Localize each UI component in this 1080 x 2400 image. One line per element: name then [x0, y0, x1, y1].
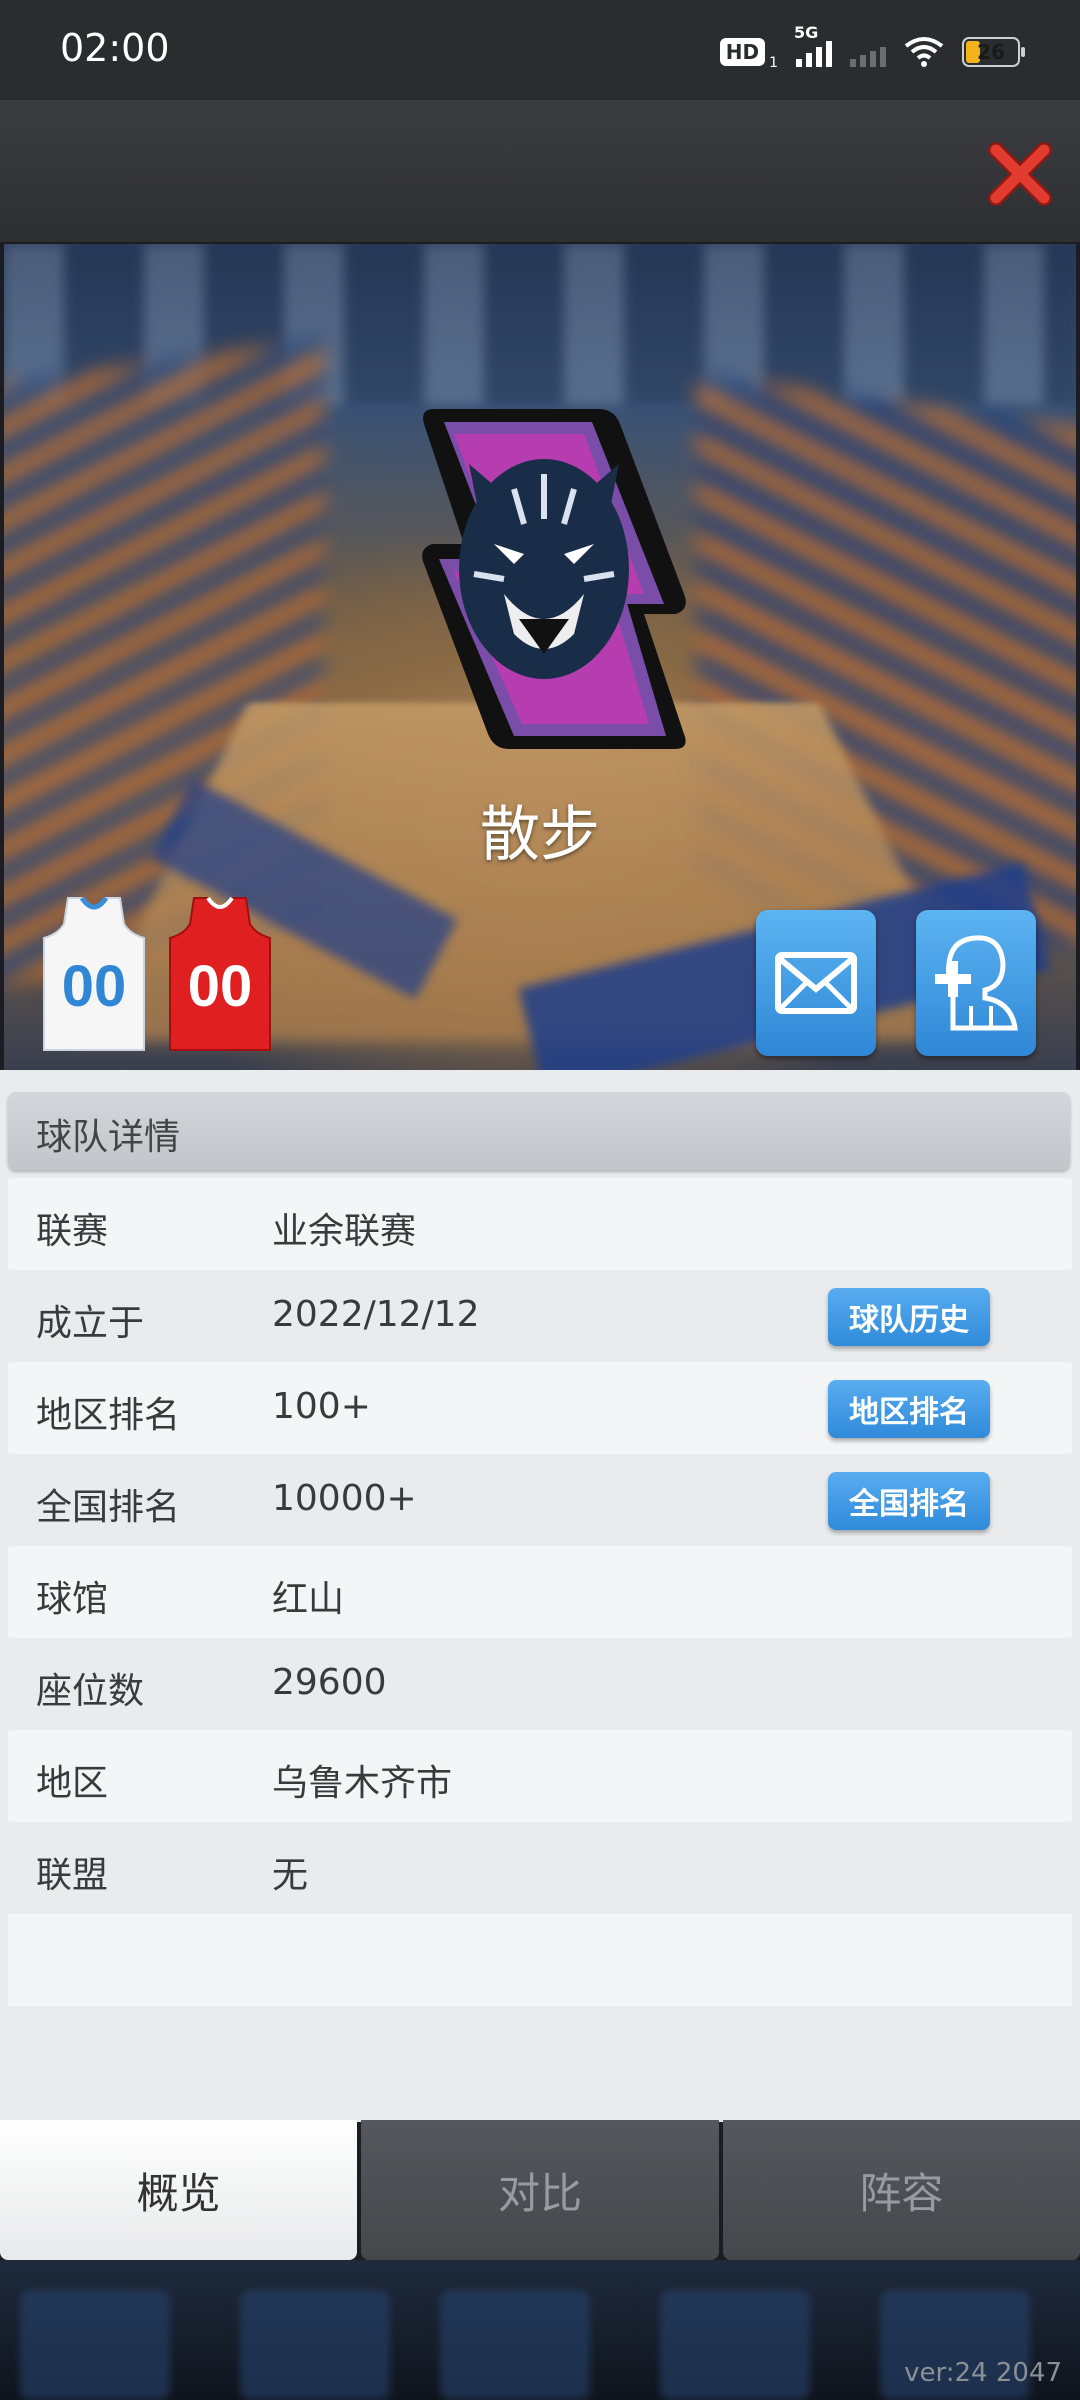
bottom-tab-bar: 概览 对比 阵容	[0, 2120, 1080, 2260]
row-value: 29600	[272, 1662, 387, 1703]
wifi-icon	[904, 37, 944, 67]
detail-row-arena: 球馆 红山	[8, 1546, 1072, 1638]
signal-5g-icon: 5G	[794, 23, 832, 67]
detail-row-seats: 座位数 29600	[8, 1638, 1072, 1730]
away-jersey-icon[interactable]: 00	[166, 894, 274, 1054]
national-rank-button[interactable]: 全国排名	[828, 1472, 990, 1530]
row-label: 座位数	[36, 1671, 145, 1712]
row-label: 地区排名	[36, 1395, 181, 1436]
row-label: 地区	[36, 1763, 109, 1804]
row-value: 红山	[272, 1579, 345, 1620]
add-friend-button[interactable]	[916, 910, 1036, 1056]
tab-overview[interactable]: 概览	[0, 2120, 358, 2260]
background-menu-strip: ver:24 2047	[0, 2260, 1080, 2400]
hd-badge: HD	[719, 38, 766, 66]
tab-compare[interactable]: 对比	[361, 2120, 719, 2260]
home-jersey-number: 00	[62, 954, 127, 1019]
add-friend-icon	[935, 935, 1018, 1031]
detail-row-founded: 成立于 2022/12/12 球队历史	[8, 1270, 1072, 1362]
away-jersey-number: 00	[188, 954, 253, 1019]
mail-button[interactable]	[756, 910, 876, 1056]
signal-secondary-icon	[850, 37, 886, 67]
row-value: 2022/12/12	[272, 1294, 480, 1335]
row-label: 成立于	[36, 1303, 145, 1344]
version-label: ver:24 2047	[904, 2358, 1062, 2388]
row-value: 10000+	[272, 1478, 417, 1519]
team-logo-tiger-icon	[422, 409, 686, 749]
network-type: 5G	[794, 23, 819, 42]
detail-row-league: 联赛 业余联赛	[8, 1178, 1072, 1270]
mail-icon	[775, 952, 857, 1014]
tab-roster[interactable]: 阵容	[722, 2120, 1080, 2260]
hd-sub: 1	[769, 55, 778, 71]
detail-row-alliance: 联盟 无	[8, 1822, 1072, 1914]
team-hero-banner: 散步 00 00	[4, 244, 1076, 1070]
detail-row-region-rank: 地区排名 100+ 地区排名	[8, 1362, 1072, 1454]
region-rank-button[interactable]: 地区排名	[828, 1380, 990, 1438]
team-name: 散步	[480, 800, 600, 870]
team-details-panel: 球队详情 联赛 业余联赛 成立于 2022/12/12 球队历史 地区排名 10…	[0, 1070, 1080, 2122]
detail-row-national-rank: 全国排名 10000+ 全国排名	[8, 1454, 1072, 1546]
detail-row-empty	[8, 1914, 1072, 2006]
battery-level: 26	[977, 40, 1005, 64]
row-label: 球馆	[36, 1579, 109, 1620]
section-title: 球队详情	[36, 1117, 181, 1158]
detail-row-region: 地区 乌鲁木齐市	[8, 1730, 1072, 1822]
top-header	[0, 100, 1080, 242]
close-icon[interactable]	[986, 140, 1054, 208]
section-header: 球队详情	[8, 1092, 1070, 1170]
row-value: 100+	[272, 1386, 371, 1427]
status-icons: HD 1 5G 26	[719, 23, 1025, 74]
row-value: 乌鲁木齐市	[272, 1763, 453, 1804]
status-bar: 02:00 HD 1 5G 26	[0, 0, 1080, 100]
row-label: 全国排名	[36, 1487, 181, 1528]
row-label: 联赛	[36, 1211, 109, 1252]
team-history-button[interactable]: 球队历史	[828, 1288, 990, 1346]
row-value: 业余联赛	[272, 1211, 417, 1252]
home-jersey-icon[interactable]: 00	[40, 894, 148, 1054]
status-time: 02:00	[60, 26, 170, 70]
row-value: 无	[272, 1855, 309, 1896]
row-label: 联盟	[36, 1855, 109, 1896]
battery-icon: 26	[962, 37, 1025, 67]
